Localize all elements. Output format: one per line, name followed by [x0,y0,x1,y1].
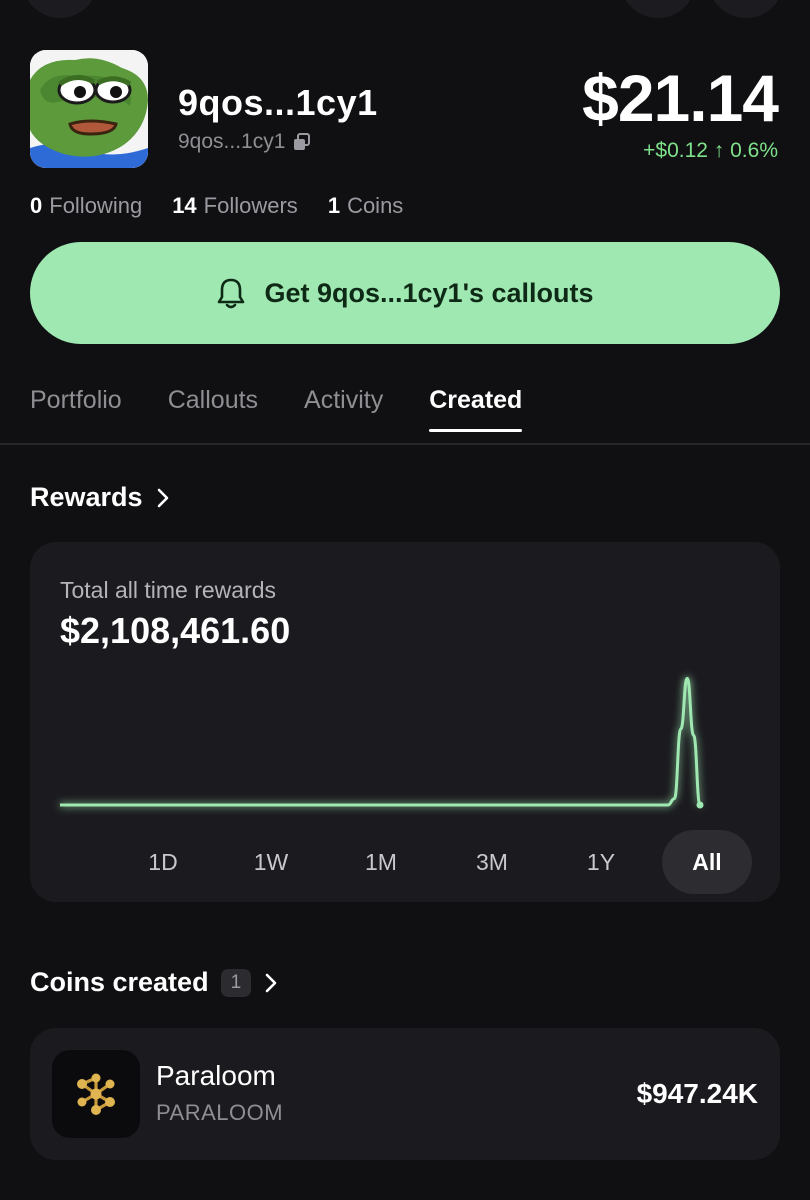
get-callouts-label: Get 9qos...1cy1's callouts [264,277,594,308]
top-left-button[interactable] [22,0,98,18]
top-right-button-1[interactable] [620,0,696,18]
following-stat[interactable]: 0 Following [30,193,142,219]
range-1y[interactable]: 1Y [556,830,646,894]
tab-callouts[interactable]: Callouts [168,386,258,431]
chevron-right-icon [157,488,168,507]
followers-label: Followers [203,193,298,218]
profile-tabs: Portfolio Callouts Activity Created [30,386,523,432]
range-1m[interactable]: 1M [336,830,426,894]
pepe-frog-avatar-icon [30,50,148,168]
coins-created-header[interactable]: Coins created 1 [30,967,279,998]
username: 9qos...1cy1 [178,82,378,123]
copy-icon[interactable] [293,133,311,151]
avatar [30,50,148,168]
range-3m[interactable]: 3M [447,830,537,894]
tab-portfolio[interactable]: Portfolio [30,386,122,431]
coin-list-item[interactable]: Paraloom PARALOOM $947.24K [30,1028,780,1160]
tabs-divider [0,443,810,445]
coins-created-title: Coins created [30,967,209,997]
coin-name: Paraloom [156,1060,276,1091]
coins-stat[interactable]: 1 Coins [328,193,404,219]
chart-end-point [696,801,704,809]
rewards-chart [60,676,704,809]
balance-change: +$0.12 ↑ 0.6% [643,139,778,162]
rewards-header[interactable]: Rewards [30,482,171,513]
coins-count: 1 [327,193,341,218]
coin-market-value: $947.24K [636,1078,758,1109]
range-1d[interactable]: 1D [118,830,208,894]
following-label: Following [49,193,143,218]
social-stats: 0 Following 14 Followers 1 Coins [30,193,403,219]
followers-count: 14 [172,193,197,218]
tab-created[interactable]: Created [429,386,523,432]
bell-icon [218,278,245,309]
coins-label: Coins [347,193,404,218]
rewards-card: Total all time rewards $2,108,461.60 1D … [30,542,780,902]
handle-text: 9qos...1cy1 [178,130,286,153]
time-range-selector: 1D 1W 1M 3M 1Y All [92,830,772,894]
following-count: 0 [30,193,43,218]
chevron-right-icon [265,973,277,992]
range-1w[interactable]: 1W [226,830,316,894]
followers-stat[interactable]: 14 Followers [172,193,298,219]
get-callouts-button[interactable]: Get 9qos...1cy1's callouts [30,242,780,344]
handle-row[interactable]: 9qos...1cy1 [178,130,311,154]
portfolio-balance: $21.14 [582,61,779,135]
rewards-series-line [60,676,702,807]
tab-activity[interactable]: Activity [304,386,383,431]
rewards-title: Rewards [30,482,143,512]
coins-created-count-badge: 1 [220,968,252,997]
paraloom-logo-icon [52,1050,140,1138]
coin-ticker: PARALOOM [156,1100,284,1125]
range-all[interactable]: All [662,830,752,894]
top-right-button-2[interactable] [708,0,784,18]
